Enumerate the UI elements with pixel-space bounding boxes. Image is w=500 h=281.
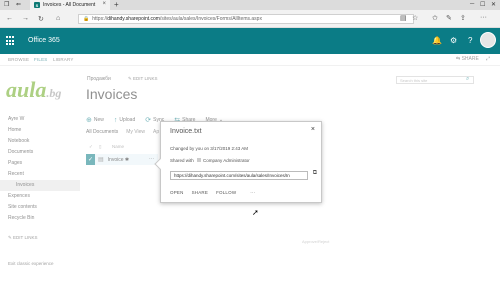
browser-tab[interactable]: S Invoices - All Document ×	[30, 0, 110, 10]
refresh-icon[interactable]: ↻	[38, 15, 44, 23]
avatar[interactable]	[480, 32, 496, 48]
user-icon	[197, 158, 202, 162]
callout-more-button[interactable]: ···	[250, 190, 255, 195]
shared-with-text: Shared with Company Administrator	[170, 158, 250, 163]
link-field[interactable]: https://dihandy.sharepoint.com/sites/aul…	[170, 171, 308, 180]
bell-icon[interactable]: 🔔	[432, 36, 442, 45]
shared-with-value[interactable]: Company Administrator	[203, 158, 250, 163]
home-icon[interactable]: ⌂	[56, 15, 60, 22]
callout-actions: OPEN SHARE FOLLOW ···	[170, 190, 255, 195]
favorites-icon[interactable]: ✩	[432, 14, 438, 22]
changed-by-text: Changed by you on 3/17/2019 2:43 AM	[170, 146, 249, 151]
favorite-star-icon[interactable]: ☆	[412, 14, 418, 22]
close-tab-icon[interactable]: ×	[102, 1, 106, 7]
file-callout: Invoice.txt × Changed by you on 3/17/201…	[154, 121, 322, 203]
tab-title: Invoices - All Document	[43, 2, 96, 8]
tab-actions-icon[interactable]: ❐	[4, 1, 9, 8]
shared-with-label: Shared with	[170, 158, 194, 163]
office-suite-bar: Office 365 🔔 ⚙ ?	[0, 28, 500, 54]
help-icon[interactable]: ?	[468, 36, 472, 45]
close-window-icon[interactable]: ✕	[491, 1, 496, 8]
reading-view-icon[interactable]: ▤	[400, 14, 407, 22]
back-icon[interactable]: ←	[6, 15, 13, 22]
minimize-icon[interactable]: ─	[470, 1, 474, 7]
pen-icon[interactable]: ✎	[446, 14, 452, 22]
mouse-cursor-icon: ➚	[252, 208, 259, 217]
forward-icon[interactable]: →	[22, 15, 29, 22]
url-text: https://dihandy.sharepoint.com/sites/aul…	[92, 16, 262, 22]
gear-icon[interactable]: ⚙	[450, 36, 457, 45]
share-page-icon[interactable]: ⇪	[460, 14, 466, 22]
more-icon[interactable]: ···	[480, 14, 487, 21]
close-icon[interactable]: ×	[311, 126, 315, 133]
suite-title[interactable]: Office 365	[28, 37, 60, 44]
new-tab-button[interactable]: +	[114, 0, 119, 9]
address-bar[interactable]: 🔒 https://dihandy.sharepoint.com/sites/a…	[78, 14, 414, 24]
browser-tab-bar: ❐ ⇐ S Invoices - All Document × + ─ ☐ ✕	[0, 0, 500, 10]
copy-link-icon[interactable]: ⧉	[313, 170, 317, 177]
follow-button[interactable]: FOLLOW	[216, 190, 236, 195]
lock-icon: 🔒	[83, 16, 90, 22]
back-tabs-icon[interactable]: ⇐	[16, 1, 21, 8]
browser-nav-bar: ← → ↻ ⌂ 🔒 https://dihandy.sharepoint.com…	[0, 10, 500, 28]
app-launcher-icon[interactable]	[6, 36, 16, 46]
callout-title[interactable]: Invoice.txt	[170, 128, 202, 135]
maximize-icon[interactable]: ☐	[480, 1, 485, 8]
sharepoint-icon: S	[34, 2, 40, 8]
share-callout-button[interactable]: SHARE	[192, 190, 209, 195]
open-button[interactable]: OPEN	[170, 190, 184, 195]
